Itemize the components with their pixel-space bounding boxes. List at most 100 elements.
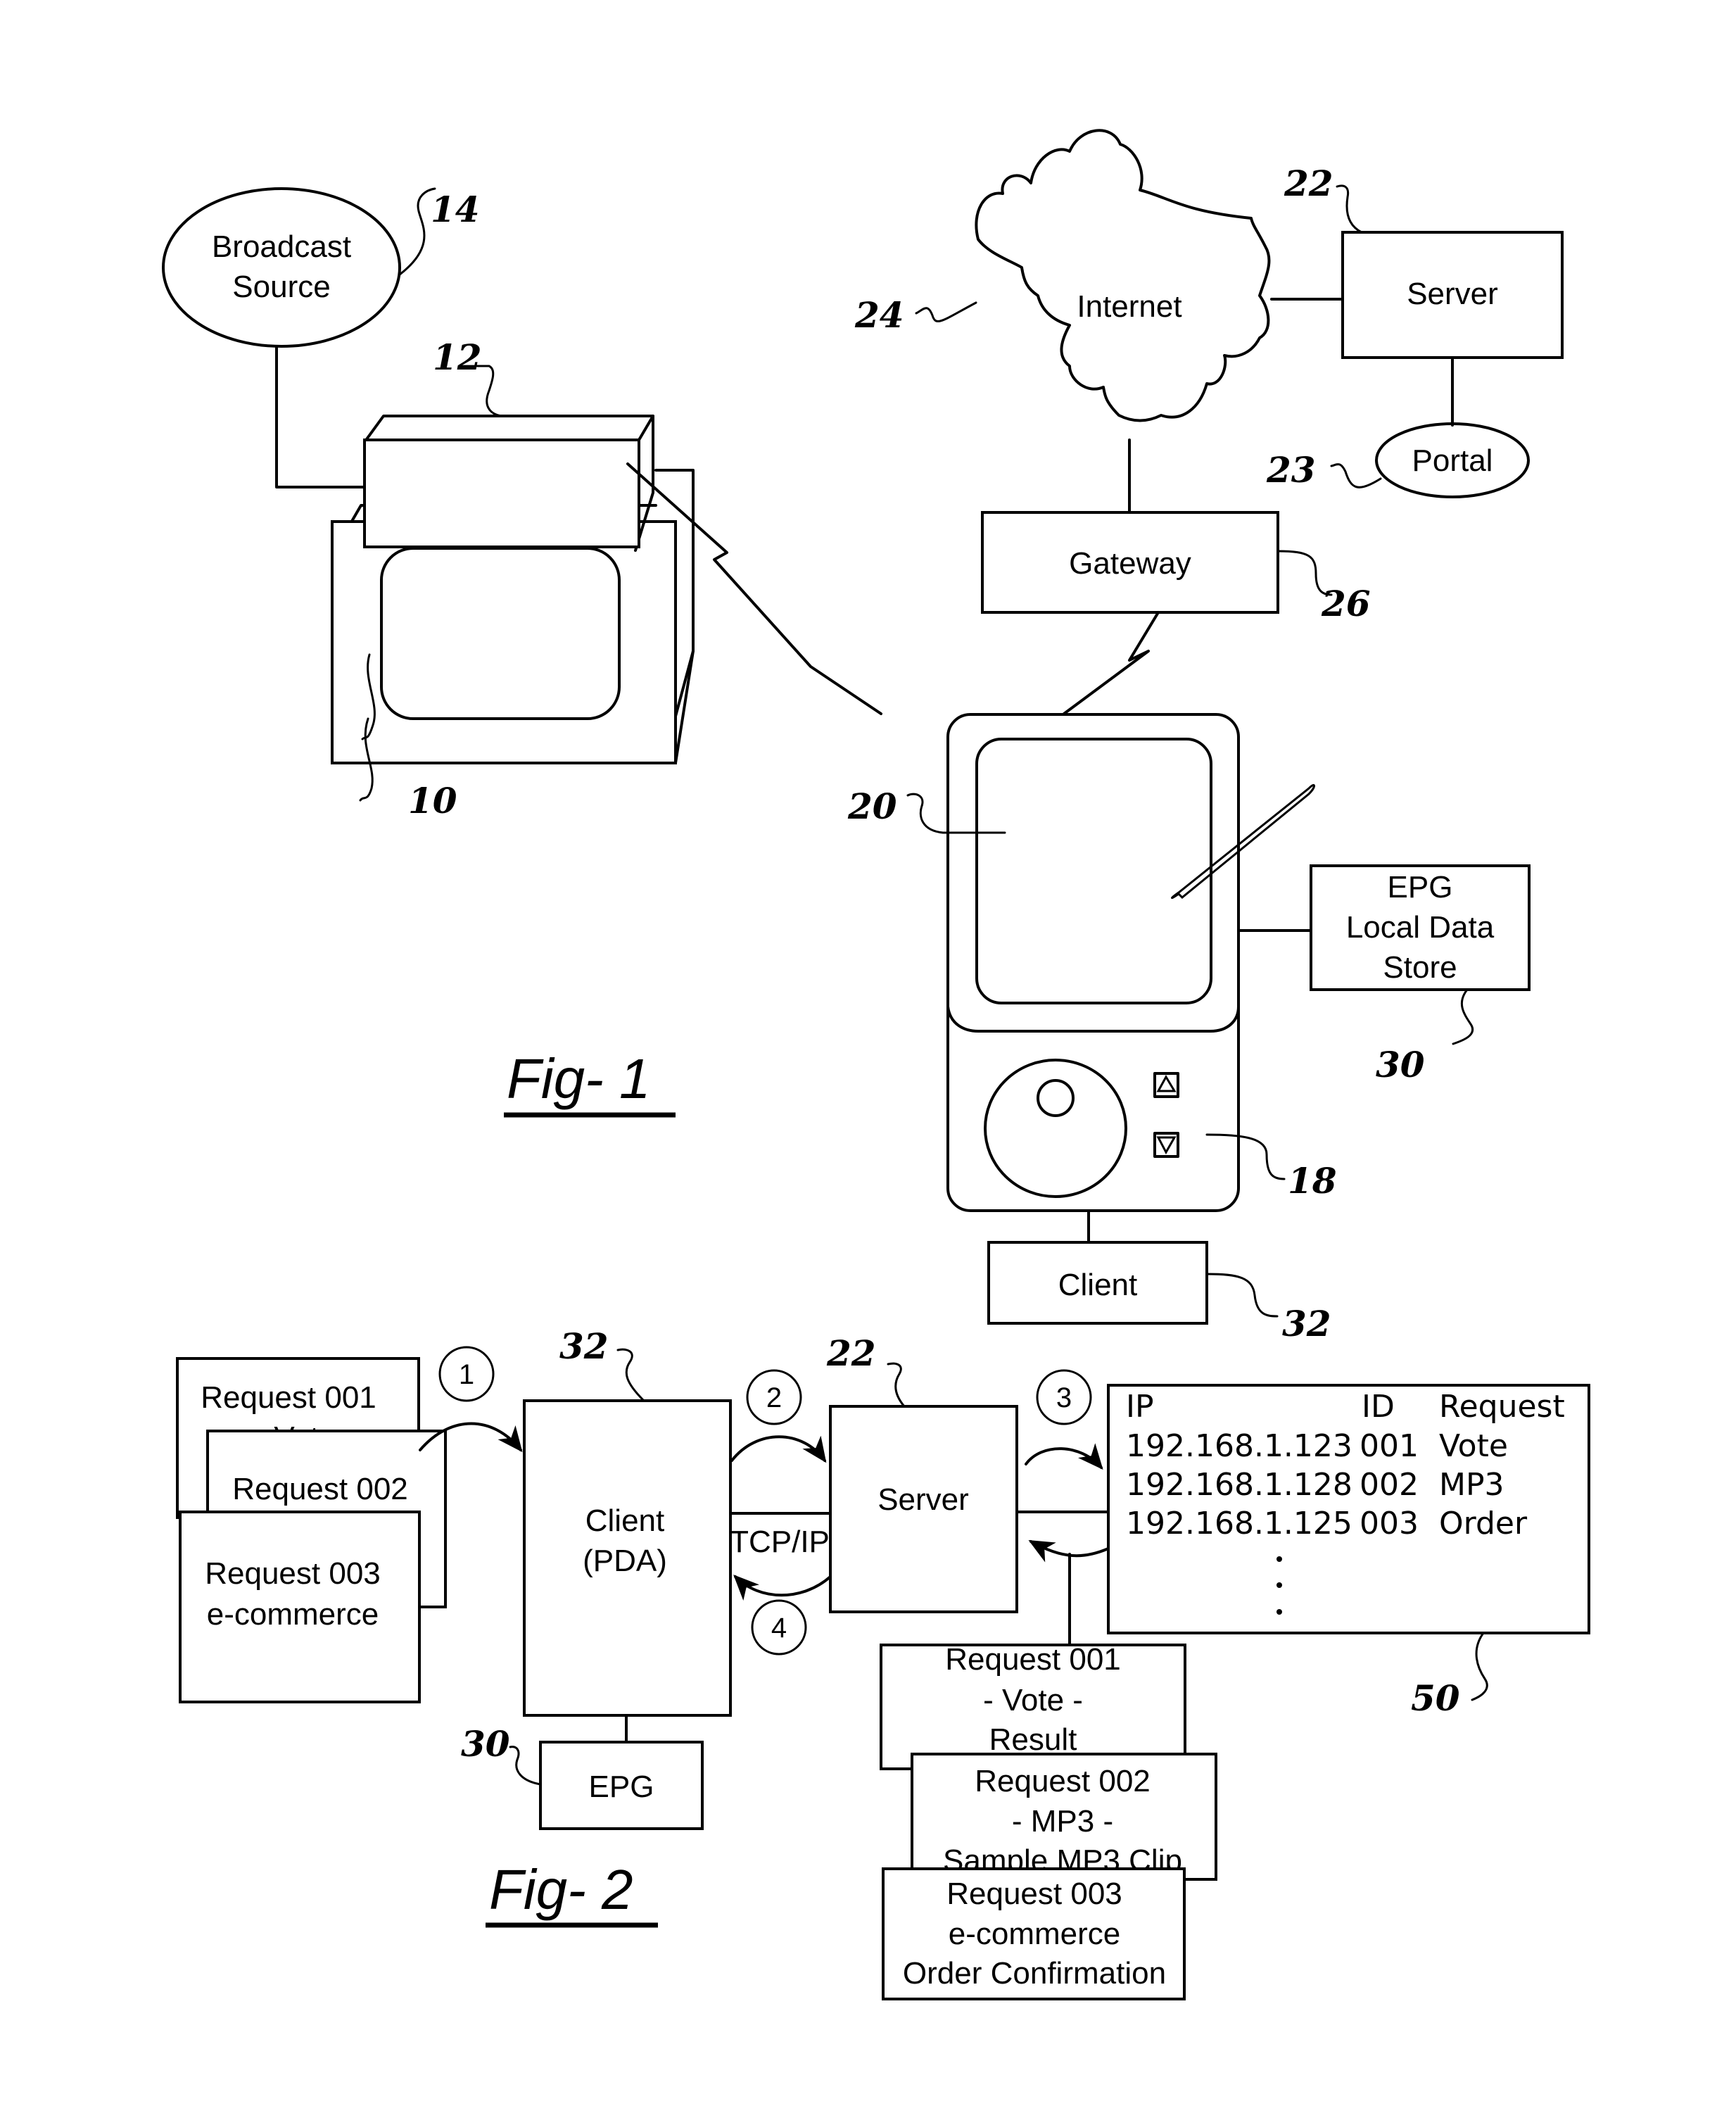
request-002-line1: Request 002: [232, 1472, 408, 1506]
pda-screen: [975, 738, 1212, 1004]
table-header-request: Request: [1439, 1389, 1565, 1425]
server-label: Server: [1407, 277, 1498, 311]
broadcast-source-label-2: Source: [232, 270, 330, 304]
ref-10: 10: [408, 780, 457, 821]
pda: 20 18: [847, 713, 1337, 1212]
ref-22-fig2: 22: [826, 1332, 876, 1374]
ref-20: 20: [847, 786, 897, 827]
table-row-2-request: MP3: [1439, 1467, 1504, 1503]
request-001-line1: Request 001: [201, 1380, 376, 1415]
figure-1-caption: Fig- 1: [507, 1047, 651, 1110]
figure-1: Broadcast Source 14 10 12 Internet 24 Se…: [162, 129, 1564, 1344]
ref-leader-32-fig2: [616, 1348, 645, 1402]
ref-32: 32: [1282, 1303, 1331, 1344]
ref-leader-24: [915, 301, 977, 322]
ref-32-fig2: 32: [559, 1325, 609, 1367]
broadcast-source-label-1: Broadcast: [212, 229, 351, 264]
ref-leader-30-fig2: [509, 1746, 542, 1786]
request-stack-in: Request 001 - Vote Request 002 - MP3 Req…: [176, 1357, 447, 1703]
ref-24: 24: [854, 294, 904, 336]
ref-leader-23: [1330, 463, 1382, 488]
ref-14: 14: [431, 189, 480, 230]
response-003-line1: Request 003: [946, 1877, 1122, 1911]
epg-store-label-1: EPG: [1388, 870, 1453, 904]
epg-fig2: EPG 30: [461, 1723, 704, 1830]
ref-leader-22-fig2: [887, 1362, 906, 1408]
gateway-label: Gateway: [1069, 546, 1191, 581]
request-003-line2: e-commerce: [207, 1597, 379, 1632]
step-2-arrow: [730, 1435, 827, 1463]
table-row-3-request: Order: [1439, 1506, 1528, 1541]
figure-2-caption: Fig- 2: [489, 1858, 633, 1921]
step-4-number: 4: [771, 1613, 787, 1644]
ref-leader-50: [1471, 1632, 1488, 1701]
patent-drawing: Broadcast Source 14 10 12 Internet 24 Se…: [162, 129, 1590, 2000]
broadcast-source-ellipse: [162, 187, 401, 348]
epg-local-data-store: EPG Local Data Store 30: [1310, 864, 1531, 1085]
stylus: [1171, 784, 1315, 900]
server-fig2: Server 22: [826, 1332, 1018, 1613]
pda-screen-bezel: [946, 1005, 1240, 1033]
ref-18: 18: [1288, 1160, 1337, 1202]
ref-12: 12: [433, 336, 482, 378]
ref-22: 22: [1284, 163, 1333, 204]
portal-label: Portal: [1412, 443, 1493, 478]
stb-front: [363, 439, 640, 548]
response-001-line1: Request 001: [945, 1642, 1121, 1677]
request-003-line1: Request 003: [205, 1556, 381, 1591]
ref-leader-14: [398, 187, 436, 276]
epg-store-label-2: Local Data: [1346, 910, 1495, 945]
internet-label: Internet: [1077, 289, 1181, 324]
down-arrow-icon: [1156, 1136, 1177, 1155]
epg-store-label-3: Store: [1383, 950, 1457, 985]
stb-depth-edge: [638, 415, 654, 441]
pda-wheel-button: [1037, 1079, 1075, 1117]
table-row-3-id: 003: [1360, 1506, 1419, 1541]
response-002-line1: Request 002: [975, 1764, 1151, 1798]
response-001-line3: Result: [989, 1722, 1077, 1757]
client-pda: Client (PDA) 32: [523, 1325, 732, 1717]
client-pda-label-1: Client: [585, 1503, 665, 1538]
table-header-ip: IP: [1126, 1389, 1154, 1425]
up-arrow-icon: [1156, 1074, 1177, 1092]
ellipsis-dot: [1276, 1582, 1282, 1588]
ellipsis-dot: [1276, 1609, 1282, 1615]
server-fig1: Server 22: [1284, 163, 1564, 359]
set-top-box: 12: [363, 336, 654, 552]
step-4-arrow: [733, 1575, 832, 1601]
broadcast-source: Broadcast Source 14: [162, 187, 480, 348]
response-003-line2: e-commerce: [949, 1917, 1121, 1951]
epg-label: EPG: [589, 1770, 654, 1804]
broadcast-connection: [275, 345, 366, 488]
client-label: Client: [1058, 1268, 1138, 1302]
step-3-number: 3: [1056, 1382, 1072, 1413]
table-row-2-id: 002: [1360, 1467, 1419, 1503]
ref-leader-18: [1205, 1133, 1286, 1180]
response-002-line2: - MP3 -: [1012, 1804, 1113, 1839]
table-row-1-request: Vote: [1439, 1428, 1508, 1464]
ref-30-fig2: 30: [461, 1723, 510, 1765]
response-stack: Request 001 - Vote - Result Request 002 …: [880, 1642, 1217, 2000]
ref-leader-32: [1205, 1273, 1279, 1318]
internet-cloud: Internet 24: [854, 129, 1271, 422]
ref-leader-30: [1452, 988, 1474, 1045]
tcpip-label: TCP/IP: [730, 1525, 830, 1559]
client-pda-label-2: (PDA): [583, 1544, 667, 1578]
table-row-1-id: 001: [1360, 1428, 1419, 1464]
step-2-number: 2: [766, 1382, 782, 1413]
tv-body: [331, 520, 677, 764]
pda-body: [946, 713, 1240, 1212]
step-1-number: 1: [459, 1359, 474, 1390]
ref-leader-20: [906, 793, 1006, 834]
table-header-id: ID: [1362, 1389, 1395, 1425]
figure-2: Request 001 - Vote Request 002 - MP3 Req…: [176, 1325, 1590, 2000]
ref-30: 30: [1376, 1044, 1425, 1085]
response-003-line3: Order Confirmation: [903, 1956, 1166, 1991]
wireless-link-gateway-pda: [1063, 611, 1160, 715]
ref-26: 26: [1321, 583, 1371, 624]
ref-leader-22: [1336, 184, 1363, 234]
table-row-2-ip: 192.168.1.128: [1126, 1467, 1352, 1503]
step-3-arrow: [1025, 1443, 1103, 1470]
gateway: Gateway 26: [981, 511, 1371, 624]
table-row-1-ip: 192.168.1.123: [1126, 1428, 1352, 1464]
